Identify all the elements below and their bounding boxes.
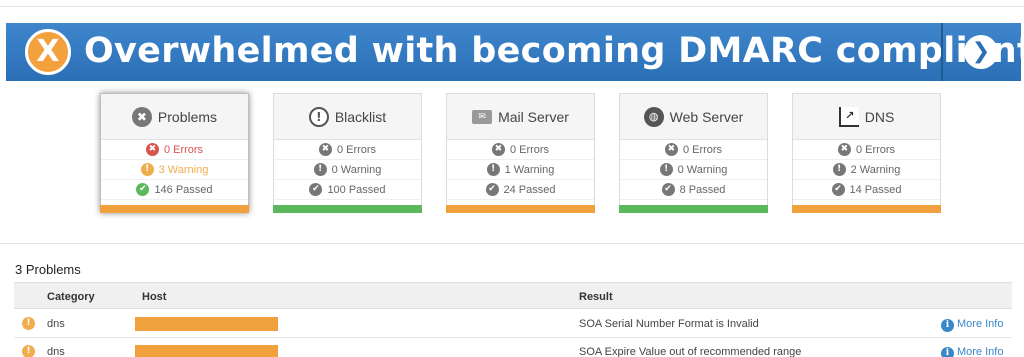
banner-separator — [941, 23, 943, 81]
chart-icon: ↗ — [838, 106, 859, 127]
passed-count: 24 Passed — [503, 183, 556, 196]
column-host: Host — [142, 291, 167, 303]
error-icon: ✖ — [664, 143, 678, 156]
more-info-label: More Info — [957, 318, 1004, 330]
info-icon: i — [941, 347, 954, 357]
errors-count: 0 Errors — [336, 143, 377, 156]
envelope-icon: ✉ — [472, 109, 493, 124]
check-icon: ✔ — [309, 183, 323, 196]
host-redacted — [135, 345, 278, 357]
errors-count: 0 Errors — [682, 143, 723, 156]
card-web-server[interactable]: ◍ Web Server ✖ 0 Errors ! 0 Warning ✔ 8 … — [619, 93, 768, 213]
section-divider — [0, 243, 1024, 244]
table-header: Category Host Result — [14, 282, 1012, 309]
column-category: Category — [47, 291, 95, 303]
warning-icon: ! — [313, 163, 327, 176]
warnings-row: ! 0 Warning — [620, 160, 767, 180]
card-header: ✉ Mail Server — [447, 94, 594, 140]
status-bar — [792, 205, 941, 213]
close-x-icon: X — [25, 29, 71, 75]
warning-icon: ! — [22, 317, 35, 330]
warnings-row: ! 0 Warning — [274, 160, 421, 180]
check-icon: ✔ — [831, 183, 845, 196]
dmarc-banner[interactable]: X Overwhelmed with becoming DMARC compli… — [6, 23, 1021, 81]
globe-icon: ◍ — [643, 106, 664, 127]
errors-count: 0 Errors — [509, 143, 550, 156]
warnings-count: 0 Warning — [677, 163, 728, 176]
more-info-link[interactable]: i More Info — [941, 346, 1003, 357]
chevron-right-icon[interactable]: ❯ — [964, 35, 998, 69]
error-icon: ✖ — [837, 143, 851, 156]
exclamation-circle-icon: ! — [308, 106, 329, 127]
passed-row: ✔ 8 Passed — [620, 180, 767, 200]
status-bar — [619, 205, 768, 213]
warnings-count: 3 Warning — [158, 163, 209, 176]
card-mail-server[interactable]: ✉ Mail Server ✖ 0 Errors ! 1 Warning ✔ 2… — [446, 93, 595, 213]
errors-row: ✖ 0 Errors — [793, 140, 940, 160]
row-result: SOA Expire Value out of recommended rang… — [579, 346, 802, 357]
row-category: dns — [47, 346, 65, 357]
passed-count: 8 Passed — [679, 183, 726, 196]
errors-count: 0 Errors — [163, 143, 204, 156]
row-category: dns — [47, 318, 65, 330]
warning-icon: ! — [659, 163, 673, 176]
passed-count: 146 Passed — [154, 183, 213, 196]
error-icon: ✖ — [318, 143, 332, 156]
status-bar — [273, 205, 422, 213]
error-icon: ✖ — [491, 143, 505, 156]
passed-row: ✔ 146 Passed — [101, 180, 248, 200]
warnings-count: 1 Warning — [504, 163, 555, 176]
passed-count: 14 Passed — [849, 183, 902, 196]
status-bar — [446, 205, 595, 213]
warning-icon: ! — [486, 163, 500, 176]
errors-row: ✖ 0 Errors — [447, 140, 594, 160]
status-bar — [100, 205, 249, 213]
card-title: DNS — [864, 108, 895, 125]
errors-row: ✖ 0 Errors — [274, 140, 421, 160]
table-row[interactable]: ! dns SOA Serial Number Format is Invali… — [14, 310, 1012, 338]
card-header: ✖ Problems — [101, 94, 248, 140]
card-title: Problems — [157, 108, 218, 125]
card-dns[interactable]: ↗ DNS ✖ 0 Errors ! 2 Warning ✔ 14 Passed — [792, 93, 941, 213]
check-icon: ✔ — [661, 183, 675, 196]
warnings-count: 0 Warning — [331, 163, 382, 176]
errors-count: 0 Errors — [855, 143, 896, 156]
warnings-count: 2 Warning — [850, 163, 901, 176]
card-header: ! Blacklist — [274, 94, 421, 140]
warning-icon: ! — [832, 163, 846, 176]
error-icon: ✖ — [145, 143, 159, 156]
problems-title: 3 Problems — [15, 262, 81, 277]
row-result: SOA Serial Number Format is Invalid — [579, 318, 759, 330]
column-result: Result — [579, 291, 613, 303]
banner-headline: Overwhelmed with becoming DMARC complian… — [84, 31, 1021, 71]
card-title: Blacklist — [334, 108, 387, 125]
card-problems[interactable]: ✖ Problems ✖ 0 Errors ! 3 Warning ✔ 146 … — [100, 93, 249, 213]
more-info-link[interactable]: i More Info — [941, 318, 1003, 332]
card-blacklist[interactable]: ! Blacklist ✖ 0 Errors ! 0 Warning ✔ 100… — [273, 93, 422, 213]
info-icon: i — [941, 319, 954, 332]
errors-row: ✖ 0 Errors — [101, 140, 248, 160]
top-divider — [0, 6, 1024, 7]
card-title: Mail Server — [498, 108, 569, 125]
x-circle-icon: ✖ — [131, 106, 152, 127]
passed-row: ✔ 100 Passed — [274, 180, 421, 200]
warnings-row: ! 3 Warning — [101, 160, 248, 180]
warnings-row: ! 2 Warning — [793, 160, 940, 180]
errors-row: ✖ 0 Errors — [620, 140, 767, 160]
check-icon: ✔ — [136, 183, 150, 196]
host-redacted — [135, 317, 278, 331]
passed-count: 100 Passed — [327, 183, 386, 196]
passed-row: ✔ 24 Passed — [447, 180, 594, 200]
warning-icon: ! — [22, 345, 35, 357]
warnings-row: ! 1 Warning — [447, 160, 594, 180]
card-header: ◍ Web Server — [620, 94, 767, 140]
passed-row: ✔ 14 Passed — [793, 180, 940, 200]
warning-icon: ! — [140, 163, 154, 176]
more-info-label: More Info — [957, 346, 1004, 357]
check-icon: ✔ — [485, 183, 499, 196]
card-header: ↗ DNS — [793, 94, 940, 140]
card-title: Web Server — [669, 108, 744, 125]
table-row[interactable]: ! dns SOA Expire Value out of recommende… — [14, 338, 1012, 357]
